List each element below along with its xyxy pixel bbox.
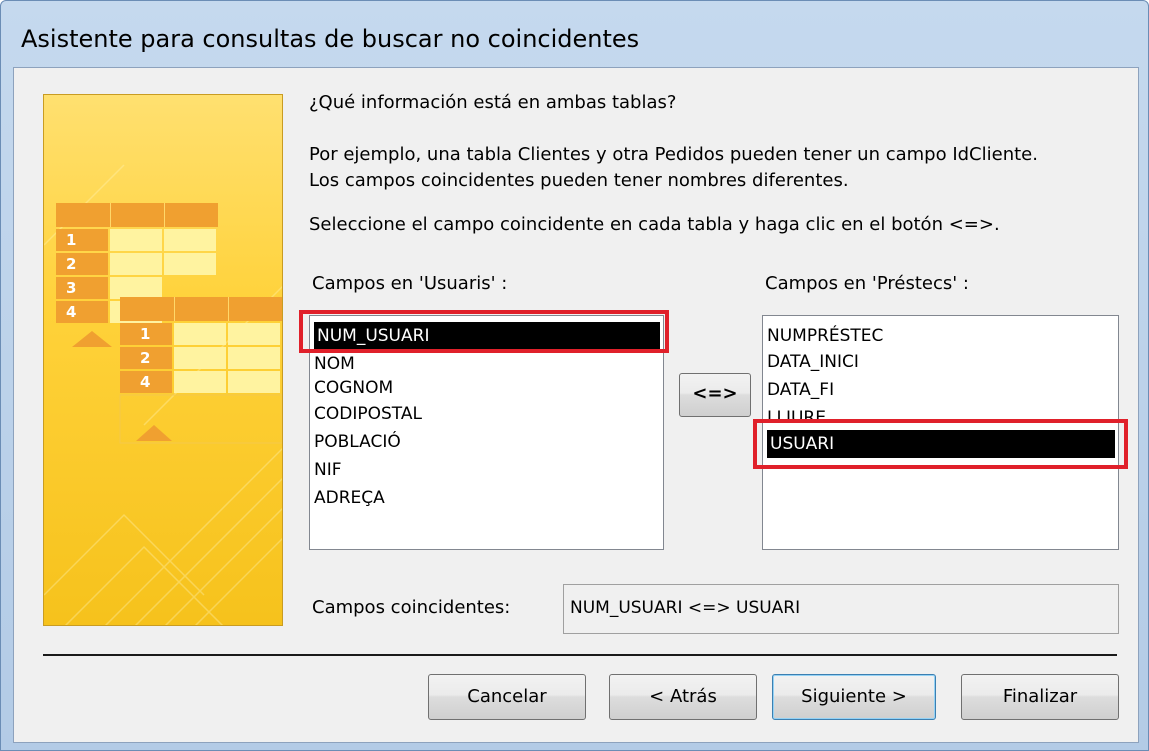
list-item[interactable]: DATA_FI [767,376,834,404]
art-num: 1 [66,231,76,249]
left-list-label: Campos en 'Usuaris' : [312,273,508,294]
example-text-line1: Por ejemplo, una tabla Clientes y otra P… [309,144,1038,165]
list-item[interactable]: LLIURE [767,404,826,420]
list-item[interactable]: NIF [314,456,342,484]
separator [43,654,1117,656]
list-item[interactable]: CODIPOSTAL [314,400,422,428]
list-item[interactable]: COGNOM [314,374,393,402]
right-list-label: Campos en 'Préstecs' : [765,273,969,294]
list-item[interactable]: DATA_INICI [767,348,859,376]
art-num: 1 [140,325,150,343]
instruction-text: Seleccione el campo coincidente en cada … [309,214,1000,235]
art-num: 2 [140,349,150,367]
list-item[interactable]: NUMPRÉSTEC [767,322,883,350]
matched-fields-value: NUM_USUARI <=> USUARI [570,598,801,618]
match-fields-button[interactable]: <=> [679,373,751,417]
finish-button[interactable]: Finalizar [961,674,1119,720]
example-text-line2: Los campos coincidentes pueden tener nom… [309,170,849,191]
list-item[interactable]: ADREÇA [314,484,385,512]
question-text: ¿Qué información está en ambas tablas? [309,92,677,113]
window-title: Asistente para consultas de buscar no co… [21,25,640,53]
next-button[interactable]: Siguiente > [772,674,936,720]
art-num: 3 [66,279,76,297]
art-num: 4 [140,373,150,391]
list-item[interactable]: POBLACIÓ [314,428,401,456]
matched-fields-display: NUM_USUARI <=> USUARI [563,584,1119,634]
art-num: 4 [66,303,76,321]
art-num: 2 [66,255,76,273]
highlight-box [299,310,669,353]
highlight-box [753,419,1128,469]
tables-illustration-icon: 1 2 3 4 1 2 4 [44,164,282,625]
cancel-button[interactable]: Cancelar [428,674,586,720]
back-button[interactable]: < Atrás [609,674,757,720]
matched-fields-label: Campos coincidentes: [312,597,511,618]
wizard-illustration: 1 2 3 4 1 2 4 [43,94,283,626]
